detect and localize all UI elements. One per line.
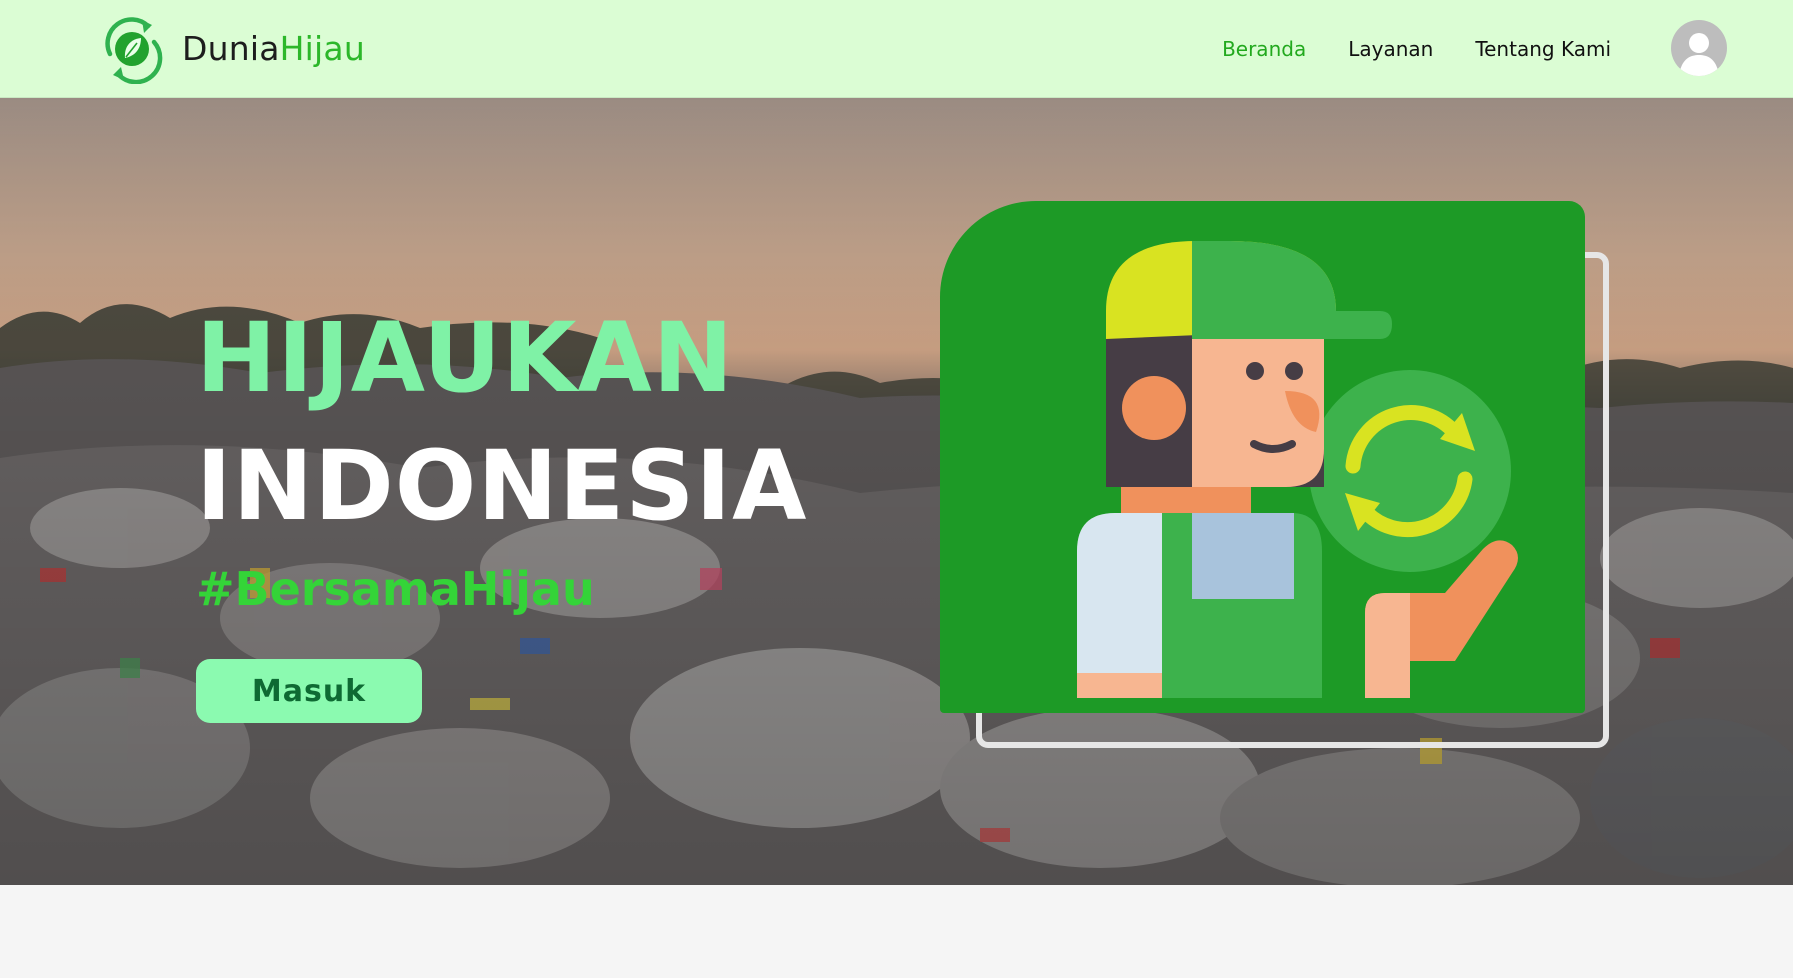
- brand-name-accent: Hijau: [279, 28, 365, 68]
- content-area: [0, 885, 1793, 978]
- recycle-leaf-icon: [105, 17, 163, 84]
- brand-name: DuniaHijau: [182, 29, 365, 68]
- nav-links: Beranda Layanan Tentang Kami: [1180, 0, 1611, 98]
- hero-title-line2: INDONESIA: [196, 430, 808, 542]
- hero-section: HIJAUKAN INDONESIA #BersamaHijau Masuk: [0, 98, 1793, 885]
- hero-title-line1: HIJAUKAN: [196, 302, 735, 414]
- nav-link-beranda[interactable]: Beranda: [1222, 37, 1306, 61]
- hero-hashtag: #BersamaHijau: [196, 562, 595, 616]
- navbar: DuniaHijau Beranda Layanan Tentang Kami: [0, 0, 1793, 98]
- user-silhouette: [1679, 33, 1719, 76]
- masuk-button[interactable]: Masuk: [196, 659, 422, 723]
- nav-link-layanan[interactable]: Layanan: [1348, 37, 1433, 61]
- recycling-worker-icon: [1077, 241, 1518, 698]
- brand-name-main: Dunia: [182, 28, 280, 68]
- nav-link-tentang-kami[interactable]: Tentang Kami: [1475, 37, 1611, 61]
- brand-link[interactable]: DuniaHijau: [96, 12, 365, 84]
- illustration-card: [940, 201, 1585, 713]
- user-avatar-icon[interactable]: [1671, 20, 1727, 76]
